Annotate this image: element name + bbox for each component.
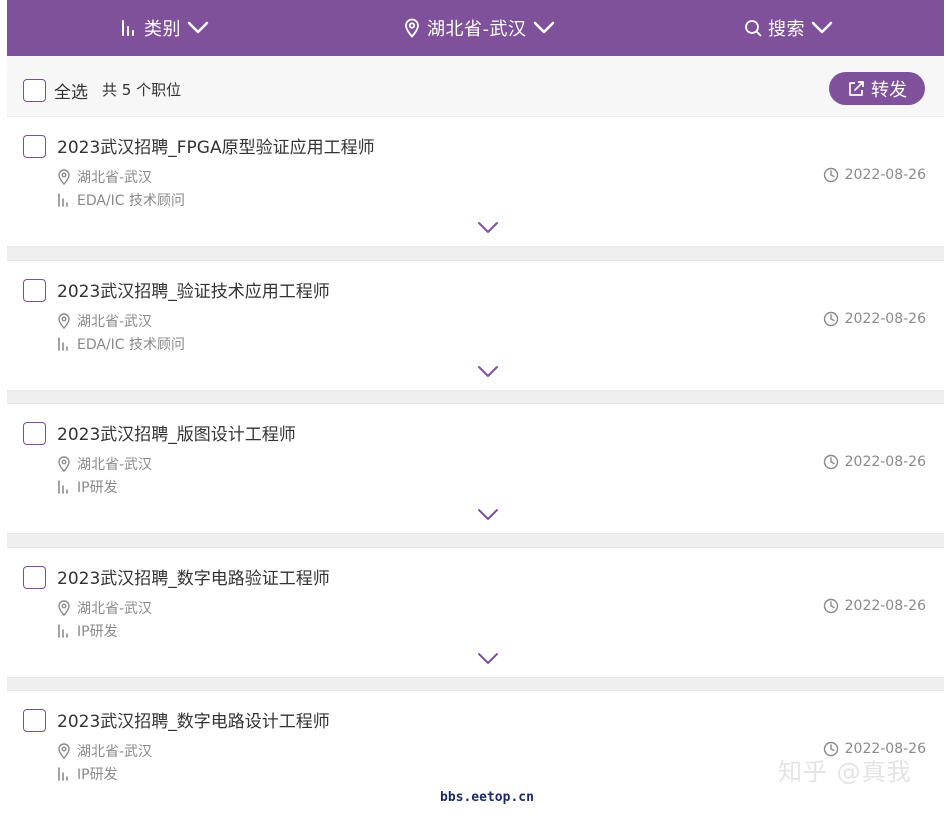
- job-count-label: 共 5 个职位: [102, 81, 182, 99]
- clock-icon: [823, 311, 839, 327]
- select-all-label[interactable]: 全选: [54, 78, 88, 103]
- job-location: 湖北省-武汉: [57, 741, 152, 761]
- job-location: 湖北省-武汉: [57, 167, 152, 187]
- job-title[interactable]: 2023武汉招聘_数字电路设计工程师: [57, 707, 330, 732]
- search-icon: [744, 19, 762, 37]
- filter-search[interactable]: 搜索: [744, 0, 833, 56]
- job-location-text: 湖北省-武汉: [77, 601, 153, 617]
- location-pin-icon: [57, 743, 71, 759]
- location-pin-icon: [57, 313, 71, 329]
- bar-chart-icon: [57, 193, 71, 207]
- job-location-text: 湖北省-武汉: [77, 170, 153, 186]
- card-divider: [7, 390, 944, 404]
- job-title[interactable]: 2023武汉招聘_版图设计工程师: [57, 420, 296, 445]
- filter-location-label: 湖北省-武汉: [427, 19, 527, 40]
- job-location: 湖北省-武汉: [57, 311, 152, 331]
- job-date: 2022-08-26: [823, 167, 926, 183]
- job-title[interactable]: 2023武汉招聘_验证技术应用工程师: [57, 277, 330, 302]
- expand-chevron-icon[interactable]: [477, 365, 499, 379]
- job-location-text: 湖北省-武汉: [77, 744, 153, 760]
- job-date: 2022-08-26: [823, 311, 926, 327]
- job-checkbox[interactable]: [23, 279, 46, 302]
- site-watermark: bbs.eetop.cn: [440, 790, 534, 805]
- location-pin-icon: [57, 456, 71, 472]
- job-title[interactable]: 2023武汉招聘_FPGA原型验证应用工程师: [57, 133, 375, 158]
- select-all-checkbox[interactable]: [23, 79, 46, 102]
- job-date-text: 2022-08-26: [844, 454, 926, 470]
- job-category: IP研发: [57, 477, 118, 497]
- job-location: 湖北省-武汉: [57, 454, 152, 474]
- bar-chart-icon: [120, 19, 138, 37]
- bar-chart-icon: [57, 337, 71, 351]
- location-pin-icon: [403, 18, 421, 38]
- job-category: EDA/IC 技术顾问: [57, 334, 185, 354]
- job-category-text: IP研发: [77, 480, 118, 496]
- job-category: EDA/IC 技术顾问: [57, 190, 185, 210]
- job-date-text: 2022-08-26: [844, 598, 926, 614]
- card-divider: [7, 246, 944, 261]
- job-location-text: 湖北省-武汉: [77, 457, 153, 473]
- card-divider: [7, 533, 944, 548]
- expand-chevron-icon[interactable]: [477, 221, 499, 235]
- job-checkbox[interactable]: [23, 135, 46, 158]
- zhihu-watermark: 知乎 @真我: [778, 758, 912, 786]
- bar-chart-icon: [57, 624, 71, 638]
- job-date-text: 2022-08-26: [844, 311, 926, 327]
- location-pin-icon: [57, 169, 71, 185]
- clock-icon: [823, 598, 839, 614]
- share-button[interactable]: 转发: [829, 72, 925, 105]
- job-location: 湖北省-武汉: [57, 598, 152, 618]
- job-checkbox[interactable]: [23, 422, 46, 445]
- expand-chevron-icon[interactable]: [477, 652, 499, 666]
- filter-search-label: 搜索: [768, 19, 805, 40]
- clock-icon: [823, 167, 839, 183]
- job-category-text: IP研发: [77, 624, 118, 640]
- card-divider: [7, 677, 944, 691]
- job-checkbox[interactable]: [23, 709, 46, 732]
- job-category: IP研发: [57, 621, 118, 641]
- clock-icon: [823, 454, 839, 470]
- job-category-text: EDA/IC 技术顾问: [77, 337, 186, 353]
- chevron-down-icon: [533, 21, 555, 35]
- chevron-down-icon: [187, 21, 209, 35]
- chevron-down-icon: [811, 21, 833, 35]
- location-pin-icon: [57, 600, 71, 616]
- bar-chart-icon: [57, 767, 71, 781]
- job-title[interactable]: 2023武汉招聘_数字电路验证工程师: [57, 564, 330, 589]
- share-external-icon: [847, 80, 865, 98]
- job-location-text: 湖北省-武汉: [77, 314, 153, 330]
- share-button-label: 转发: [871, 79, 907, 101]
- job-category: IP研发: [57, 764, 118, 784]
- job-category-text: EDA/IC 技术顾问: [77, 193, 186, 209]
- filter-location[interactable]: 湖北省-武汉: [403, 0, 555, 56]
- bar-chart-icon: [57, 480, 71, 494]
- job-category-text: IP研发: [77, 767, 118, 783]
- job-checkbox[interactable]: [23, 566, 46, 589]
- job-date-text: 2022-08-26: [844, 167, 926, 183]
- filter-category[interactable]: 类别: [120, 0, 209, 56]
- filter-bar: 类别 湖北省-武汉 搜索: [7, 0, 944, 56]
- filter-category-label: 类别: [144, 19, 181, 40]
- job-date: 2022-08-26: [823, 454, 926, 470]
- expand-chevron-icon[interactable]: [477, 508, 499, 522]
- job-date: 2022-08-26: [823, 598, 926, 614]
